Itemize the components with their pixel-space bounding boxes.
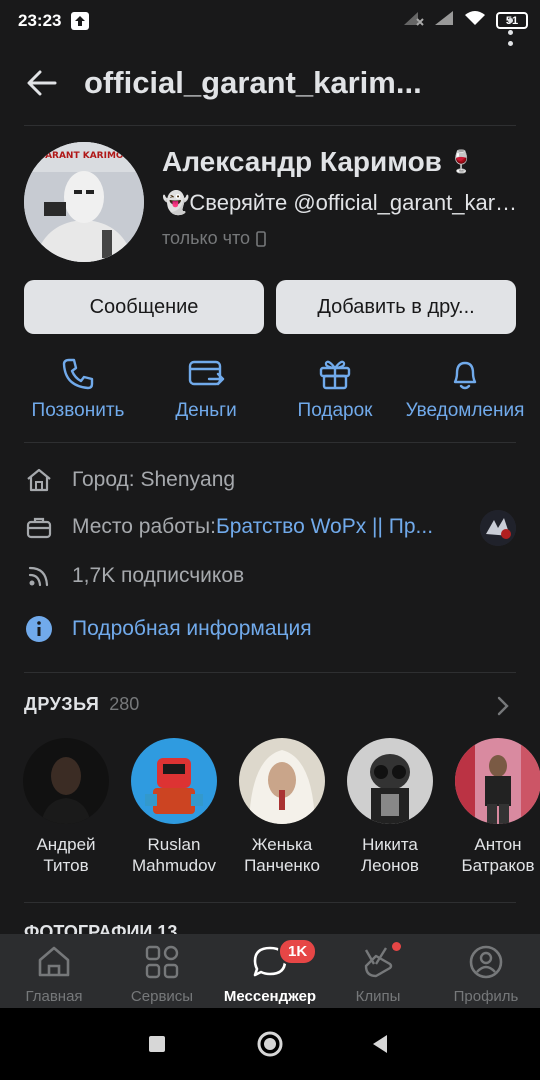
info-icon xyxy=(24,614,54,644)
tab-profile[interactable]: Профиль xyxy=(432,942,540,1005)
friend-name: Никита Леонов xyxy=(361,835,419,875)
status-bar: 23:23 51 xyxy=(0,0,540,42)
home-icon xyxy=(0,942,108,982)
followers-text: 1,7K подписчиков xyxy=(72,564,245,587)
profile-name: Александр Каримов 🍷 xyxy=(162,146,475,178)
tab-messenger[interactable]: 1K Мессенджер xyxy=(216,938,324,1005)
work-group-avatar[interactable] xyxy=(480,510,516,546)
mobile-icon xyxy=(256,230,266,247)
phone-icon xyxy=(18,350,138,398)
tab-label: Мессенджер xyxy=(223,988,317,1005)
recents-button[interactable] xyxy=(143,1030,171,1058)
city-row: Город: Shenyang xyxy=(24,465,235,495)
friend-item[interactable]: Женька Панченко xyxy=(228,738,336,876)
system-nav-bar xyxy=(0,1008,540,1080)
friend-item[interactable]: Никита Леонов xyxy=(336,738,444,876)
messenger-icon: 1K xyxy=(216,938,324,982)
gift-action[interactable]: Подарок xyxy=(276,350,394,422)
friend-name: Андрей Титов xyxy=(36,835,96,875)
new-dot xyxy=(392,942,401,951)
more-menu-button[interactable] xyxy=(504,18,516,46)
wifi-icon xyxy=(464,10,486,31)
friend-avatar xyxy=(455,738,540,824)
friend-item[interactable]: Антон Батраков xyxy=(444,738,540,876)
money-action[interactable]: Деньги xyxy=(146,350,266,422)
unread-badge: 1K xyxy=(278,938,318,965)
friend-avatar xyxy=(347,738,433,824)
profile-avatar[interactable]: GARANT KARIMOV xyxy=(24,142,144,262)
profile-icon xyxy=(432,942,540,982)
arrow-left-icon xyxy=(27,70,57,96)
work-row[interactable]: Место работы: Братство WoPx || Пр... xyxy=(24,512,524,542)
work-label: Место работы: xyxy=(72,515,216,538)
tab-clips[interactable]: Клипы xyxy=(324,942,432,1005)
divider xyxy=(24,672,516,673)
briefcase-icon xyxy=(24,512,54,542)
wine-emoji: 🍷 xyxy=(447,149,476,174)
friend-name: Женька Панченко xyxy=(244,835,320,875)
home-button[interactable] xyxy=(256,1030,284,1058)
tab-label: Клипы xyxy=(355,988,401,1005)
friend-avatar xyxy=(23,738,109,824)
signal-x-icon xyxy=(402,10,424,31)
notifications-label: Уведомления xyxy=(405,400,525,421)
services-icon xyxy=(108,942,216,982)
tab-label: Профиль xyxy=(453,988,519,1005)
friend-item[interactable]: Ruslan Mahmudov xyxy=(120,738,228,876)
money-transfer-icon xyxy=(146,350,266,398)
status-time: 23:23 xyxy=(18,11,62,30)
profile-name-text: Александр Каримов xyxy=(162,146,442,177)
circle-icon xyxy=(257,1031,283,1057)
top-bar: official_garant_karim... xyxy=(0,52,540,114)
svg-text:GARANT KARIMOV: GARANT KARIMOV xyxy=(38,151,131,161)
profile-actions: Позвонить Деньги Подарок Уведомления xyxy=(0,350,540,430)
friend-name: Антон Батраков xyxy=(461,835,535,875)
friends-count: 280 xyxy=(109,694,140,714)
divider xyxy=(24,442,516,443)
upload-notification-icon xyxy=(71,12,90,30)
house-icon xyxy=(24,465,54,495)
bell-icon xyxy=(398,350,532,398)
profile-status: 👻Сверяйте @official_garant_karimov xyxy=(162,190,518,215)
back-button[interactable] xyxy=(0,52,84,114)
tab-label: Главная xyxy=(25,988,83,1005)
friend-avatar xyxy=(239,738,325,824)
tab-home[interactable]: Главная xyxy=(0,942,108,1005)
rss-icon xyxy=(24,561,54,591)
friends-header[interactable]: ДРУЗЬЯ 280 xyxy=(24,694,139,715)
followers-row[interactable]: 1,7K подписчиков xyxy=(24,561,244,591)
tab-services[interactable]: Сервисы xyxy=(108,942,216,1005)
friends-title: ДРУЗЬЯ xyxy=(24,694,100,714)
notifications-action[interactable]: Уведомления xyxy=(398,350,532,422)
bottom-tab-bar: Главная Сервисы 1K Мессенджер Клипы Проф… xyxy=(0,934,540,1008)
message-button[interactable]: Сообщение xyxy=(24,280,264,334)
signal-icon xyxy=(434,10,454,31)
divider xyxy=(24,902,516,903)
gift-label: Подарок xyxy=(297,400,373,421)
chevron-right-icon[interactable] xyxy=(496,696,510,716)
friend-avatar xyxy=(131,738,217,824)
city-text: Город: Shenyang xyxy=(72,468,236,491)
call-label: Позвонить xyxy=(31,400,125,421)
tab-label: Сервисы xyxy=(130,988,194,1005)
work-link[interactable]: Братство WoPx || Пр... xyxy=(216,515,433,539)
online-status: только что xyxy=(162,228,266,249)
clips-icon xyxy=(324,942,432,982)
gift-icon xyxy=(276,350,394,398)
call-action[interactable]: Позвонить xyxy=(18,350,138,422)
back-nav-button[interactable] xyxy=(366,1030,394,1058)
page-title: official_garant_karim... xyxy=(84,65,422,100)
last-seen-text: только что xyxy=(162,228,251,248)
friend-name: Ruslan Mahmudov xyxy=(131,835,217,875)
square-icon xyxy=(149,1036,165,1052)
divider xyxy=(24,125,516,126)
add-friend-button[interactable]: Добавить в дру... xyxy=(276,280,516,334)
triangle-back-icon xyxy=(373,1035,387,1053)
details-row[interactable]: Подробная информация xyxy=(24,614,312,644)
details-link: Подробная информация xyxy=(72,617,312,640)
money-label: Деньги xyxy=(175,400,237,421)
friend-item[interactable]: Андрей Титов xyxy=(12,738,120,876)
